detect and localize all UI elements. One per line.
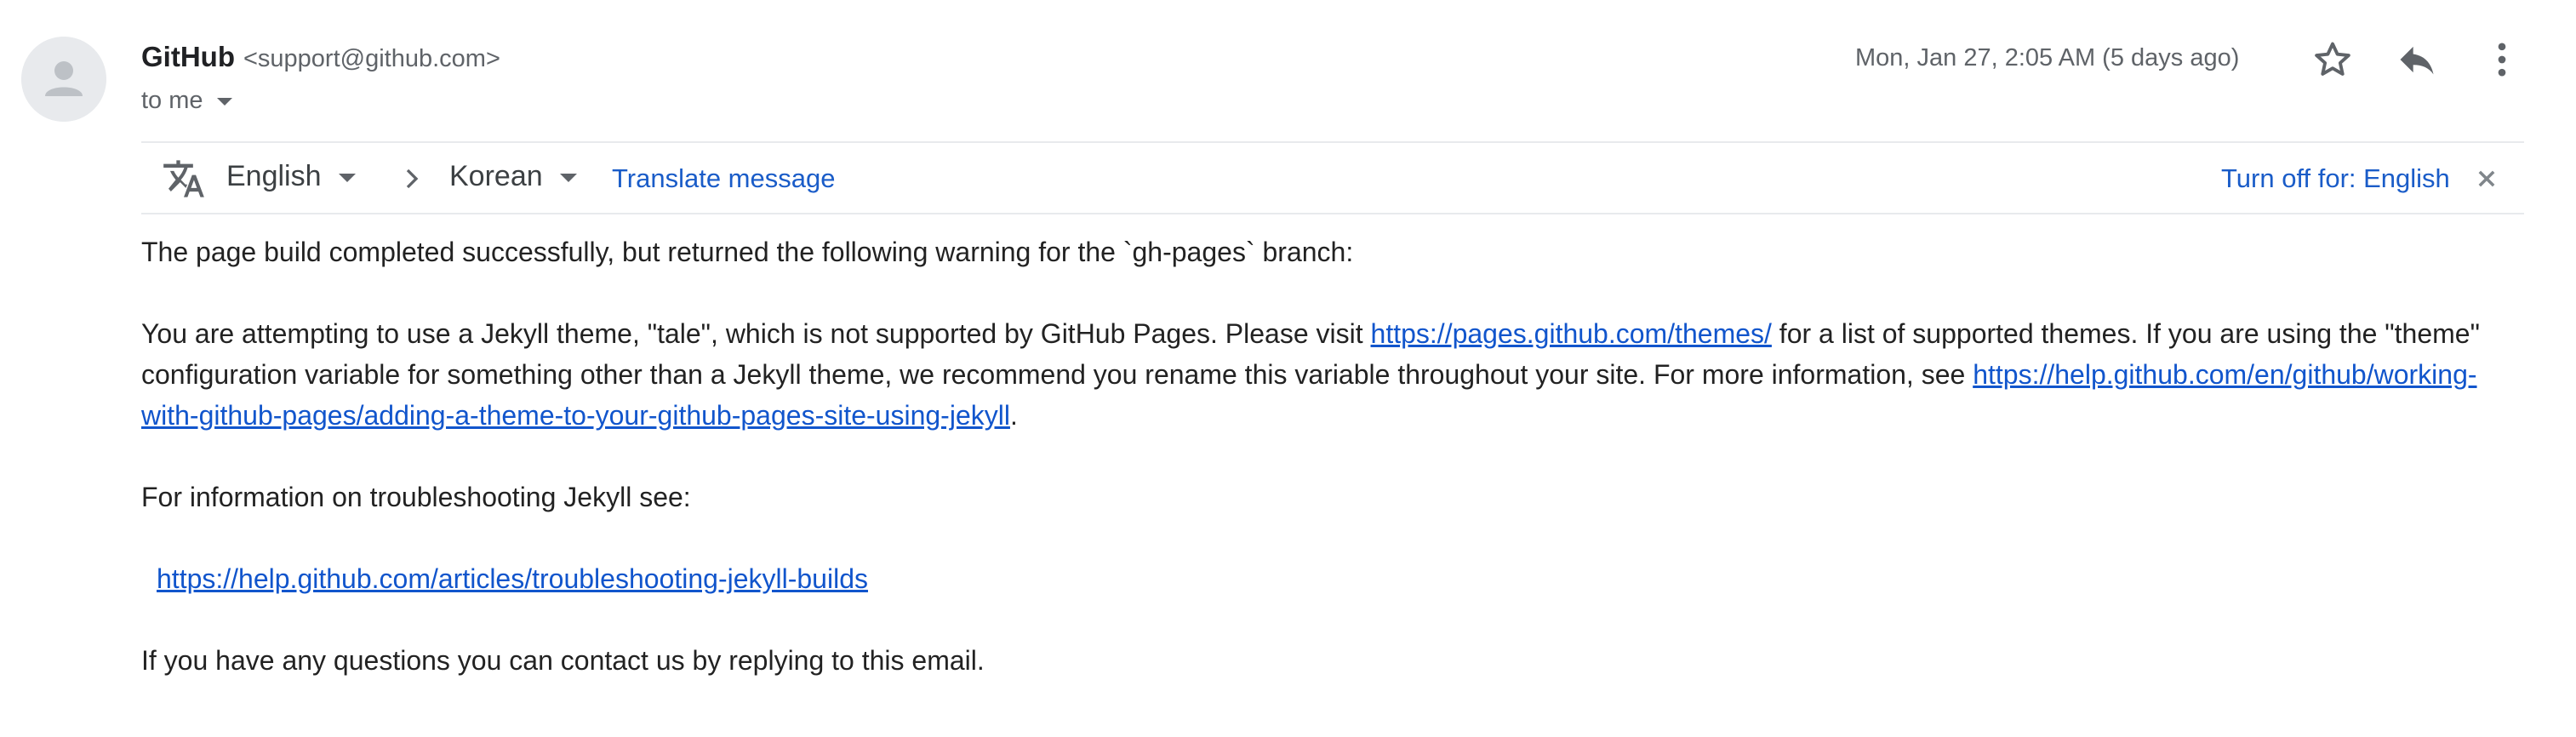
star-icon (2315, 42, 2350, 76)
message-body: The page build completed successfully, b… (141, 231, 2524, 722)
caret-down-icon (559, 173, 577, 182)
person-icon (21, 37, 106, 122)
caret-down-icon (338, 173, 356, 182)
body-text-segment: You are attempting to use a Jekyll theme… (141, 318, 1371, 349)
more-vert-icon (2498, 43, 2506, 77)
body-paragraph: https://help.github.com/articles/trouble… (141, 558, 2524, 599)
target-language-label: Korean (449, 160, 543, 192)
recipient-label: to me (141, 87, 203, 114)
recipient-dropdown[interactable]: to me (141, 87, 232, 115)
source-language-label: English (226, 160, 322, 192)
translate-bar: English Korean Translate message Turn of… (141, 141, 2524, 214)
body-paragraph: The page build completed successfully, b… (141, 237, 1354, 267)
sender-email: <support@github.com> (243, 45, 500, 72)
source-language-select[interactable]: English (226, 160, 356, 193)
reply-button[interactable] (2391, 34, 2442, 85)
reply-icon (2400, 46, 2434, 75)
troubleshooting-link[interactable]: https://help.github.com/articles/trouble… (157, 563, 868, 594)
sender-line: GitHub <support@github.com> (141, 41, 500, 73)
body-paragraph: If you have any questions you can contac… (141, 645, 985, 676)
turn-off-translation-link[interactable]: Turn off for: English (2221, 163, 2450, 194)
star-button[interactable] (2307, 34, 2358, 85)
body-paragraph: For information on troubleshooting Jekyl… (141, 482, 691, 512)
body-text-segment: . (1009, 400, 1018, 431)
themes-link[interactable]: https://pages.github.com/themes/ (1371, 318, 1772, 349)
sender-name[interactable]: GitHub (141, 41, 235, 72)
translate-message-link[interactable]: Translate message (612, 163, 835, 194)
more-options-button[interactable] (2476, 34, 2527, 85)
close-icon[interactable] (2475, 167, 2499, 191)
body-paragraph: You are attempting to use a Jekyll theme… (141, 313, 2524, 436)
target-language-select[interactable]: Korean (449, 160, 577, 193)
caret-down-icon (216, 98, 232, 106)
chevron-right-icon (406, 169, 419, 189)
translate-icon (162, 157, 206, 201)
message-date: Mon, Jan 27, 2:05 AM (5 days ago) (1855, 44, 2240, 71)
sender-avatar[interactable] (21, 37, 106, 122)
